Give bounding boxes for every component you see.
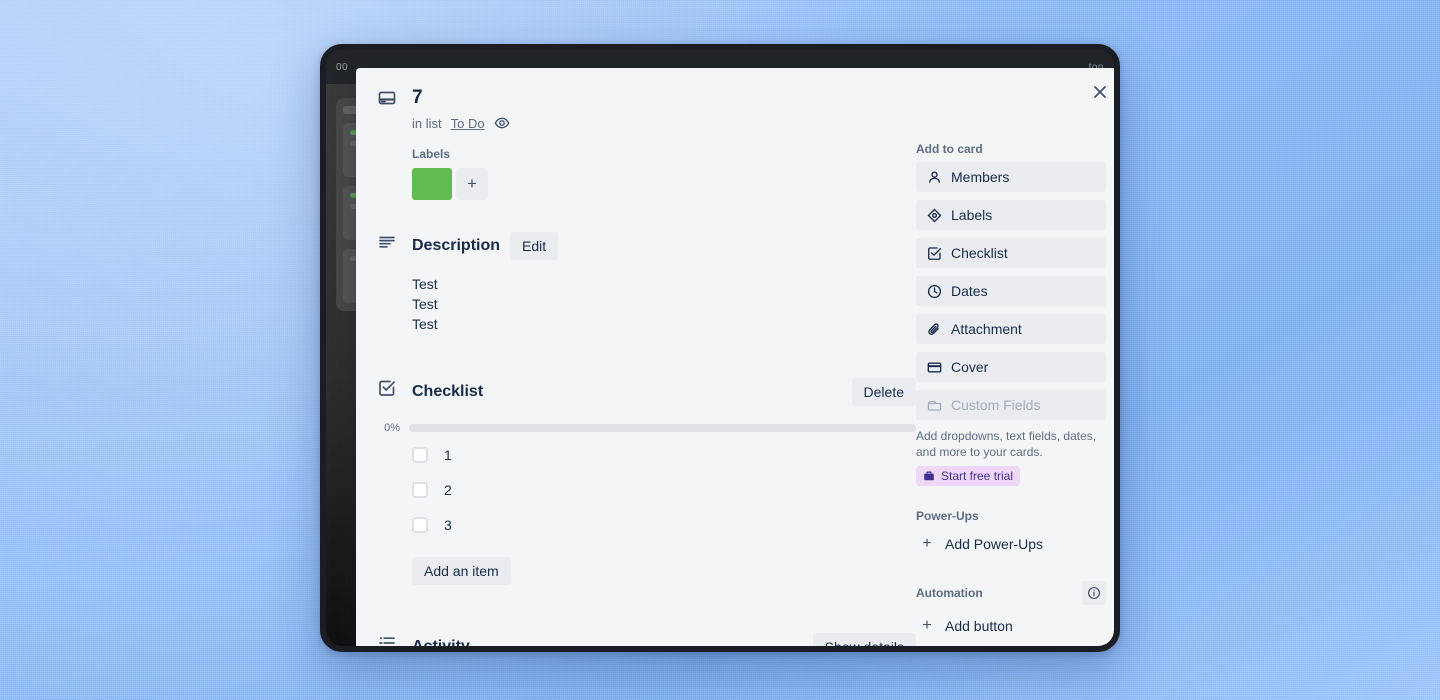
plus-icon: + (922, 535, 932, 552)
checklist-progress: 0% (384, 422, 916, 434)
list-name-link[interactable]: To Do (451, 116, 485, 131)
checklist-title: Checklist (412, 383, 484, 400)
automation-heading: Automation (916, 586, 983, 600)
checklist-item-checkbox[interactable] (412, 517, 428, 533)
description-title: Description (412, 237, 501, 254)
add-powerups-button[interactable]: + Add Power-Ups (916, 529, 1106, 559)
labels-row: + (412, 168, 916, 200)
checklist-progress-bar (409, 424, 916, 432)
custom-fields-note: Add dropdowns, text fields, dates, and m… (916, 429, 1097, 459)
checklist-item-checkbox[interactable] (412, 447, 428, 463)
sidebar-item-label: Members (951, 169, 1010, 185)
activity-list-icon (378, 634, 396, 646)
add-label-button[interactable]: + (456, 168, 488, 200)
checklist-item-label: 2 (444, 482, 452, 498)
add-button-label: Add button (945, 618, 1013, 634)
delete-checklist-button[interactable]: Delete (851, 378, 916, 406)
card-main-column: Labels + Description Edit Test Test Test… (356, 131, 916, 652)
info-icon[interactable] (1082, 581, 1106, 605)
start-free-trial-badge[interactable]: Start free trial (916, 466, 1021, 486)
checklist-section: Checklist Delete 0% 1 2 3 Add an item (356, 376, 916, 585)
sidebar-item-labels[interactable]: Labels (916, 200, 1106, 230)
powerups-group: Power-Ups + Add Power-Ups (916, 509, 1106, 559)
activity-title: Activity (412, 638, 470, 652)
card-cover-icon (378, 89, 396, 107)
sidebar-item-label: Dates (951, 283, 988, 299)
sidebar-item-label: Attachment (951, 321, 1022, 337)
in-list-prefix: in list (412, 115, 442, 131)
briefcase-icon (923, 470, 935, 482)
checklist-item[interactable]: 1 (412, 441, 916, 469)
description-lines-icon (378, 233, 396, 251)
eye-icon[interactable] (494, 115, 510, 131)
automation-heading-row: Automation (916, 581, 1106, 605)
add-to-card-heading: Add to card (916, 142, 983, 156)
cover-icon (926, 360, 942, 375)
person-icon (926, 170, 942, 185)
sidebar-item-checklist[interactable]: Checklist (916, 238, 1106, 268)
checklist-icon (378, 379, 396, 397)
start-free-trial-label: Start free trial (941, 469, 1014, 483)
sidebar-item-cover[interactable]: Cover (916, 352, 1106, 382)
description-body: Test Test Test (412, 274, 916, 334)
add-checklist-item-button[interactable]: Add an item (412, 557, 511, 585)
labels-section: Labels + (356, 131, 916, 200)
edit-description-button[interactable]: Edit (510, 232, 559, 260)
checklist-progress-label: 0% (384, 422, 400, 434)
browser-window: 00 ton 7 in list To Do Labels + Descript… (320, 44, 1120, 652)
sidebar-item-label: Cover (951, 359, 989, 375)
add-button-button[interactable]: + Add button (916, 611, 1106, 641)
add-powerups-label: Add Power-Ups (945, 536, 1044, 552)
sidebar-item-label: Checklist (951, 245, 1008, 261)
card-in-list: in list To Do (412, 115, 1084, 131)
sidebar-item-label: Custom Fields (951, 397, 1041, 413)
sidebar-item-label: Labels (951, 207, 993, 223)
activity-section: Activity Show details (356, 631, 916, 652)
checklist-item-label: 3 (444, 517, 452, 533)
checkbox-icon (926, 246, 942, 261)
card-header: 7 in list To Do (356, 86, 1114, 131)
description-section: Description Edit Test Test Test (356, 230, 916, 334)
sidebar-item-members[interactable]: Members (916, 162, 1106, 192)
card-sidebar: Add to card Members Labels Checklist Dat… (916, 131, 1106, 646)
checklist-item[interactable]: 3 (412, 511, 916, 539)
show-details-button[interactable]: Show details (812, 633, 916, 646)
labels-heading: Labels (412, 147, 451, 161)
checklist-item-label: 1 (444, 447, 452, 463)
plus-icon: + (922, 617, 932, 634)
card-title: 7 (412, 87, 423, 108)
green-label-swatch[interactable] (412, 168, 452, 200)
powerups-heading: Power-Ups (916, 509, 979, 523)
description-line: Test (412, 296, 438, 312)
label-tag-icon (926, 208, 942, 223)
sidebar-item-attachment[interactable]: Attachment (916, 314, 1106, 344)
automation-group: Automation + Add button (916, 581, 1106, 641)
sidebar-item-dates[interactable]: Dates (916, 276, 1106, 306)
clock-icon (926, 284, 942, 299)
sidebar-item-custom-fields: Custom Fields (916, 390, 1106, 420)
fields-icon (926, 398, 942, 413)
board-topbar-left-text: 00 (336, 61, 349, 73)
description-line: Test (412, 276, 438, 292)
description-line: Test (412, 316, 438, 332)
paperclip-icon (926, 322, 942, 337)
card-detail-modal: 7 in list To Do Labels + Description Edi… (356, 68, 1114, 652)
checklist-item[interactable]: 2 (412, 476, 916, 504)
checklist-item-checkbox[interactable] (412, 482, 428, 498)
